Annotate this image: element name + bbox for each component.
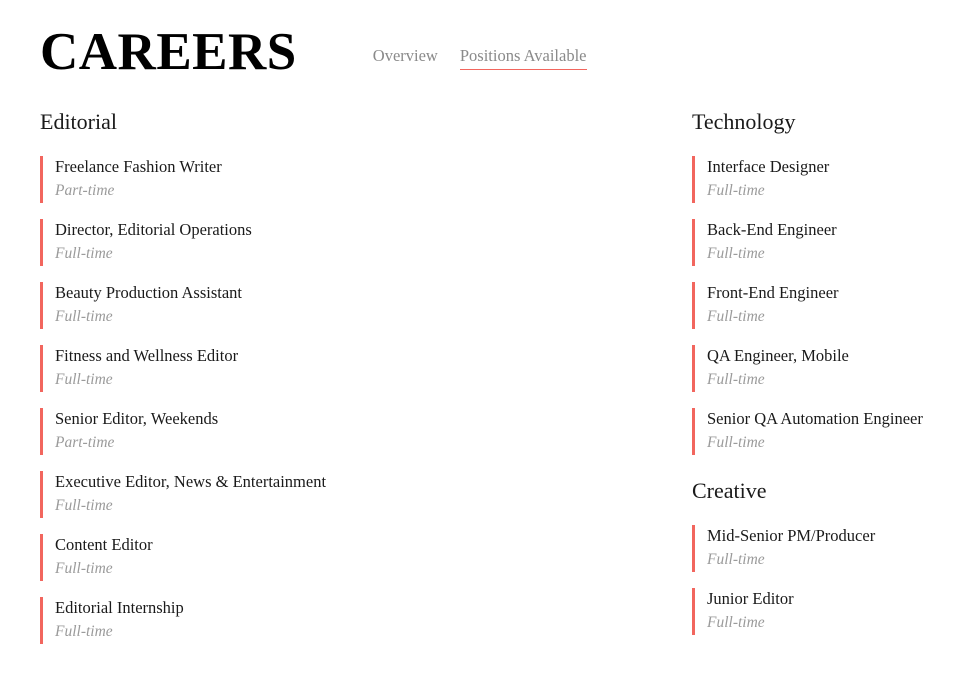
job-type: Full-time xyxy=(55,623,113,641)
job-type: Full-time xyxy=(55,308,113,326)
job-title: Junior Editor xyxy=(707,589,794,609)
job-listing[interactable]: Editorial Internship Full-time xyxy=(40,597,652,645)
job-listing[interactable]: Executive Editor, News & Entertainment Fu… xyxy=(40,471,652,519)
section-title-creative: Creative xyxy=(692,478,767,504)
section-title-editorial: Editorial xyxy=(40,109,117,134)
job-title: Fitness and Wellness Editor xyxy=(55,346,239,366)
section-title-technology: Technology xyxy=(692,109,796,134)
job-title: Senior Editor, Weekends xyxy=(55,409,219,429)
job-title: Editorial Internship xyxy=(55,598,184,618)
job-listing[interactable]: Freelance Fashion Writer Part-time xyxy=(40,156,652,204)
job-listing[interactable]: Director, Editorial Operations Full-time xyxy=(40,219,652,267)
site-header: CAREERS Overview Positions Available xyxy=(0,0,959,110)
job-listing[interactable]: Interface Designer Full-time xyxy=(692,156,959,204)
job-type: Full-time xyxy=(707,308,765,326)
job-title: Beauty Production Assistant xyxy=(55,283,242,303)
job-type: Full-time xyxy=(707,245,765,263)
job-type: Full-time xyxy=(55,497,113,515)
nav-link-overview[interactable]: Overview xyxy=(373,46,438,70)
job-title: Mid-Senior PM/Producer xyxy=(707,526,876,546)
job-listing[interactable]: QA Engineer, Mobile Full-time xyxy=(692,345,959,393)
main-nav: Overview Positions Available xyxy=(373,46,587,70)
nav-link-positions-available[interactable]: Positions Available xyxy=(459,46,587,70)
job-title: Front-End Engineer xyxy=(707,283,839,303)
job-type: Full-time xyxy=(55,560,113,578)
job-type: Full-time xyxy=(707,551,765,569)
job-type: Part-time xyxy=(55,434,115,452)
job-type: Full-time xyxy=(707,434,765,452)
job-title: Interface Designer xyxy=(707,157,830,177)
job-listing[interactable]: Senior QA Automation Engineer Full-time xyxy=(692,408,959,456)
job-list-editorial: Freelance Fashion Writer Part-time Directo… xyxy=(40,156,652,645)
job-listing[interactable]: Beauty Production Assistant Full-time xyxy=(40,282,652,330)
job-listing[interactable]: Mid-Senior PM/Producer Full-time xyxy=(692,525,959,573)
job-listing[interactable]: Fitness and Wellness Editor Full-time xyxy=(40,345,652,393)
job-title: Director, Editorial Operations xyxy=(55,220,252,240)
job-type: Part-time xyxy=(55,182,115,200)
job-title: Freelance Fashion Writer xyxy=(55,157,222,177)
column-left: Editorial Freelance Fashion Writer Part-ti… xyxy=(40,109,652,660)
job-listing[interactable]: Senior Editor, Weekends Part-time xyxy=(40,408,652,456)
job-section-editorial: Editorial Freelance Fashion Writer Part-ti… xyxy=(40,109,652,645)
job-type: Full-time xyxy=(707,182,765,200)
job-list-creative: Mid-Senior PM/Producer Full-time Junior Ed… xyxy=(692,525,959,636)
job-columns: Editorial Freelance Fashion Writer Part-ti… xyxy=(0,109,959,660)
job-listing[interactable]: Junior Editor Full-time xyxy=(692,588,959,636)
job-type: Full-time xyxy=(707,614,765,632)
job-type: Full-time xyxy=(55,245,113,263)
job-title: Back-End Engineer xyxy=(707,220,837,240)
job-listing[interactable]: Front-End Engineer Full-time xyxy=(692,282,959,330)
page-title: CAREERS xyxy=(40,23,297,81)
job-type: Full-time xyxy=(707,371,765,389)
job-title: QA Engineer, Mobile xyxy=(707,346,849,366)
job-listing[interactable]: Content Editor Full-time xyxy=(40,534,652,582)
job-section-creative: Creative Mid-Senior PM/Producer Full-time J… xyxy=(692,478,959,636)
job-list-technology: Interface Designer Full-time Back-End Engi… xyxy=(692,156,959,456)
job-section-technology: Technology Interface Designer Full-time Bac… xyxy=(692,109,959,456)
column-right: Technology Interface Designer Full-time Bac… xyxy=(692,109,959,651)
job-type: Full-time xyxy=(55,371,113,389)
job-title: Content Editor xyxy=(55,535,153,555)
job-listing[interactable]: Back-End Engineer Full-time xyxy=(692,219,959,267)
careers-page: CAREERS Overview Positions Available Edit… xyxy=(0,0,959,695)
job-title: Executive Editor, News & Entertainment xyxy=(55,472,327,492)
job-title: Senior QA Automation Engineer xyxy=(707,409,923,429)
